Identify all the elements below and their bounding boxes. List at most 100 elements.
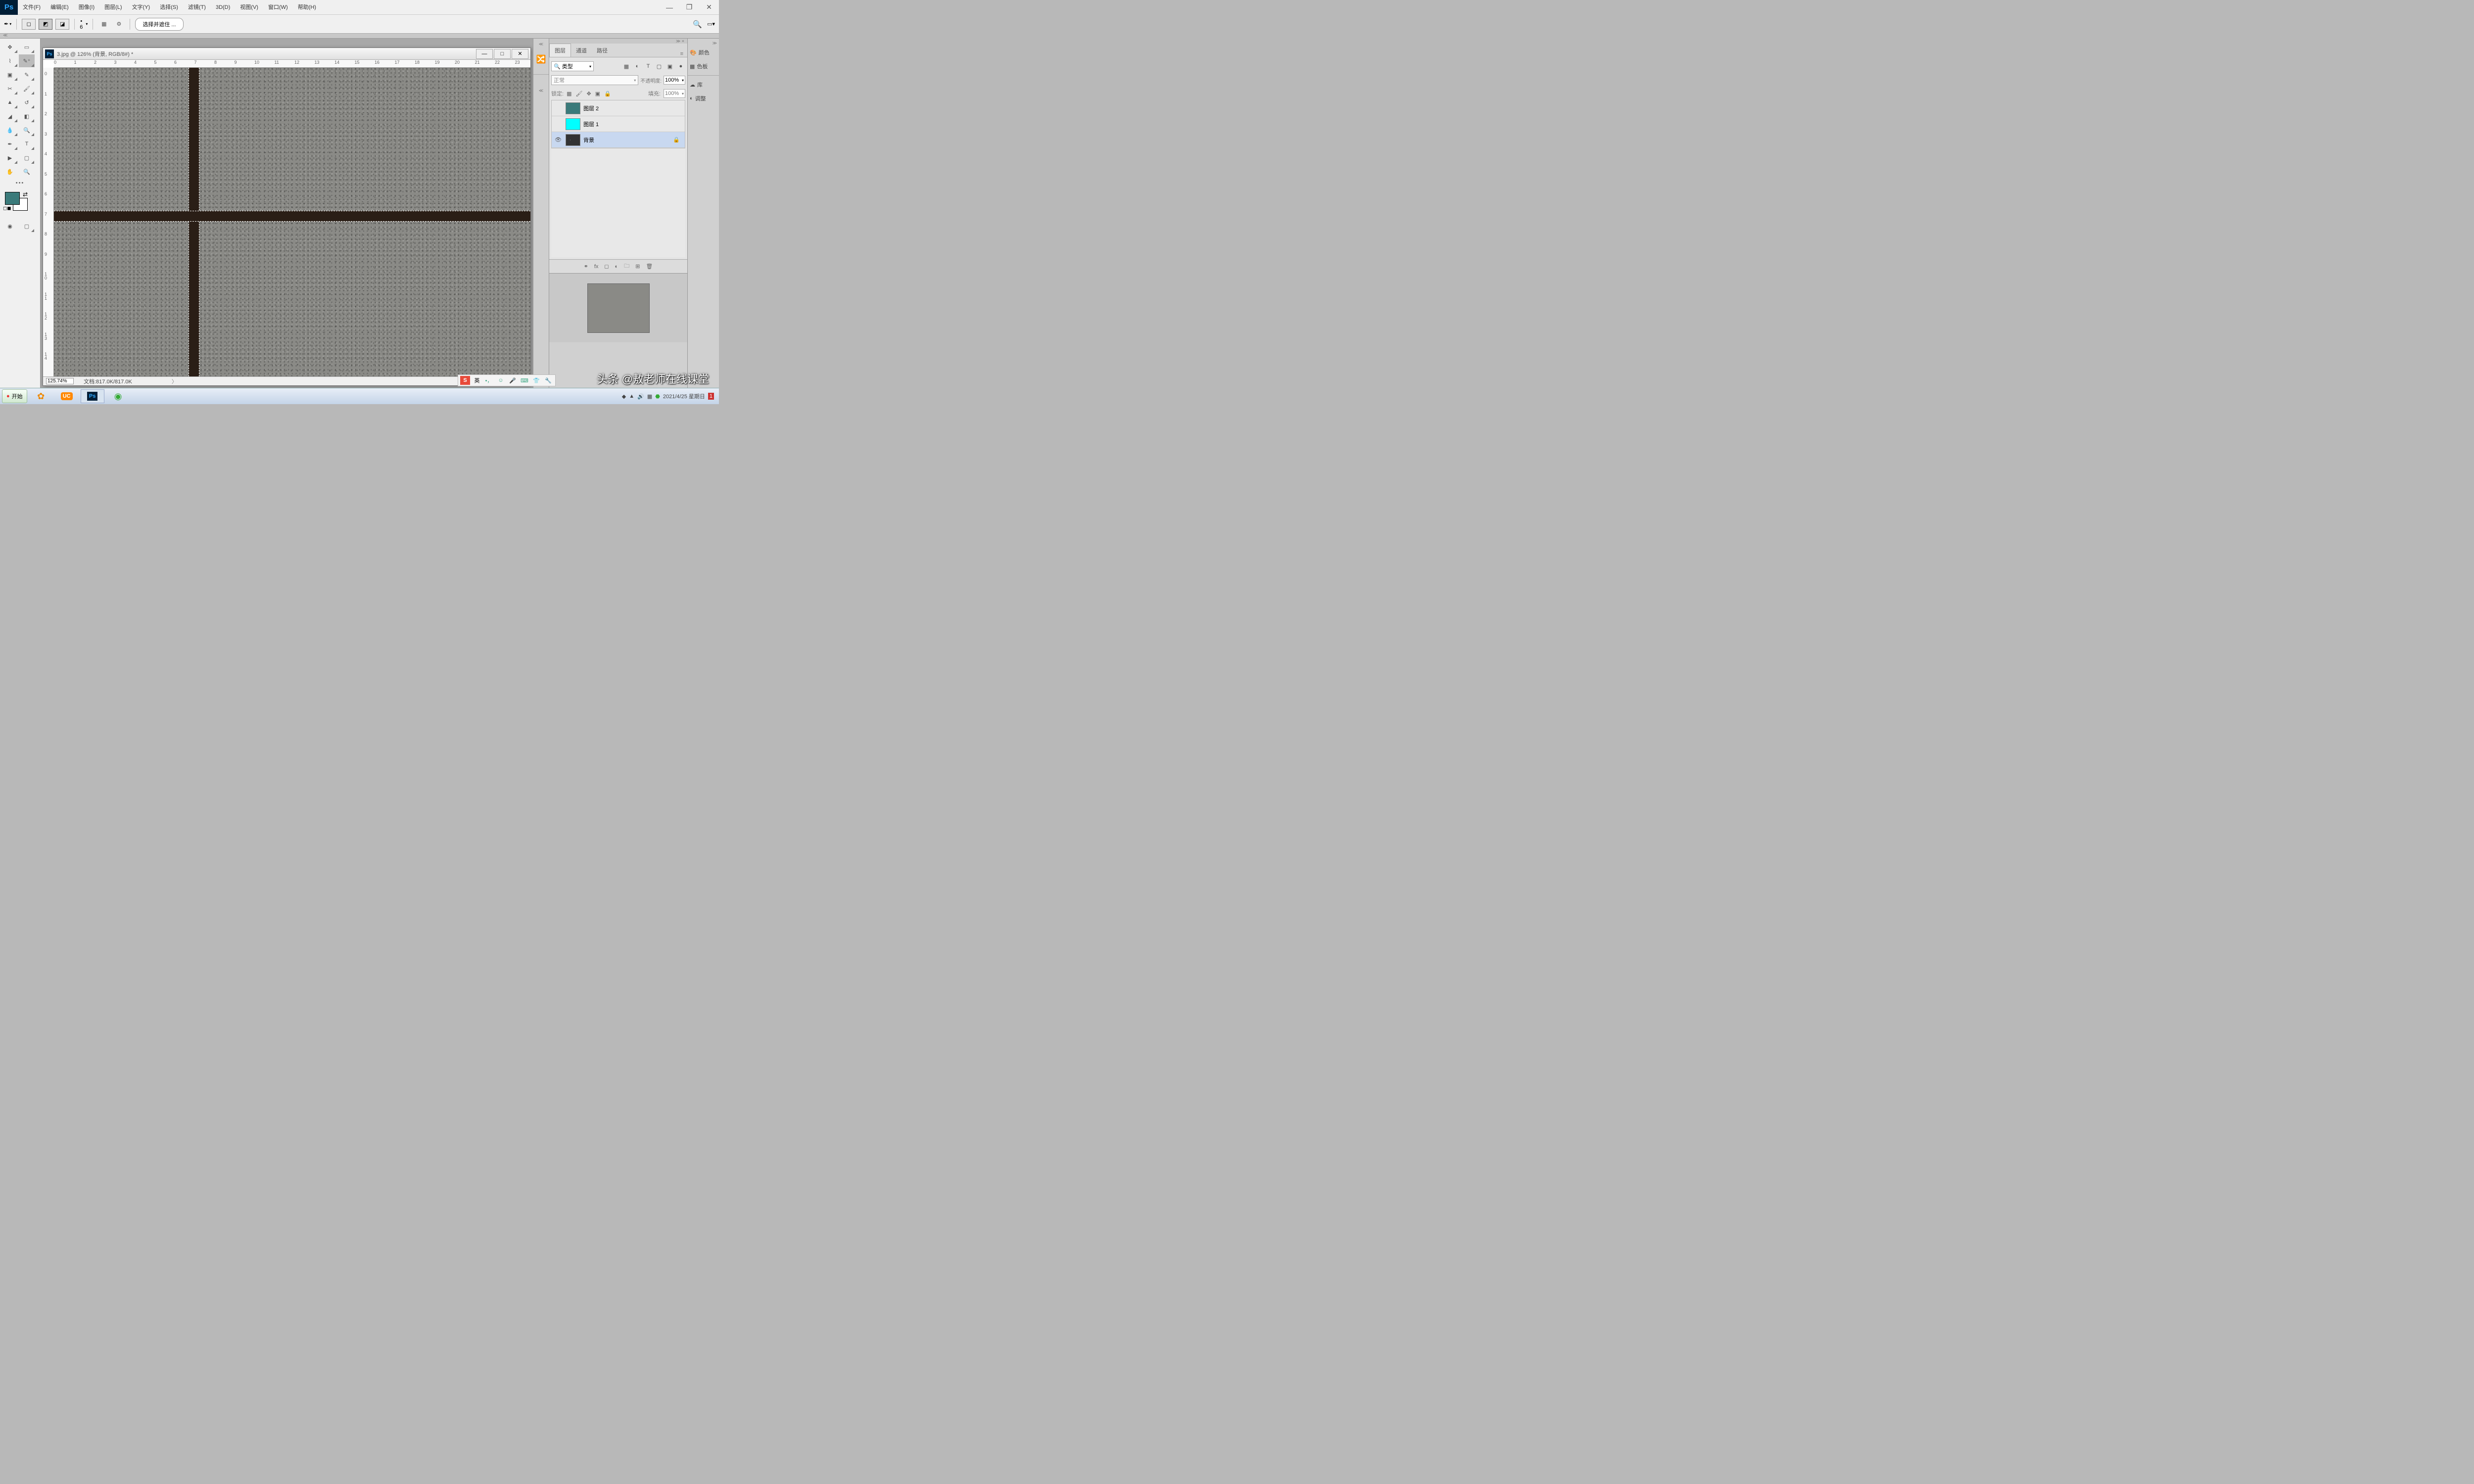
fill-input[interactable]: 100%▾ xyxy=(664,89,685,98)
filter-smart-icon[interactable]: ▣ xyxy=(666,62,674,71)
menu-image[interactable]: 图像(I) xyxy=(74,0,99,15)
panel-collapse-strip[interactable] xyxy=(0,34,719,39)
close-button[interactable]: ✕ xyxy=(699,0,719,15)
eyedropper-tool[interactable]: ✎ xyxy=(19,68,35,81)
tray-flag-icon[interactable]: 1 xyxy=(708,393,714,400)
layer-filter-type[interactable]: 🔍类型▾ xyxy=(551,61,594,71)
ime-tool-icon[interactable]: 🔧 xyxy=(543,376,553,385)
filter-pixel-icon[interactable]: ▦ xyxy=(622,62,631,71)
brush-size-picker[interactable]: •6 xyxy=(80,18,83,30)
tray-icon[interactable]: ◆ xyxy=(622,393,626,400)
layer-thumbnail[interactable] xyxy=(566,134,580,146)
subtract-selection-icon[interactable]: ◪ xyxy=(55,19,69,30)
tab-layers[interactable]: 图层 xyxy=(549,44,571,57)
lasso-tool[interactable]: ⌇ xyxy=(2,54,18,67)
quick-select-tool[interactable]: ✎⁺ xyxy=(19,54,35,67)
lock-pixels-icon[interactable]: 🖌 xyxy=(575,91,582,97)
doc-minimize[interactable]: — xyxy=(476,49,493,59)
panel-collapse-btn[interactable]: ≫ × xyxy=(549,39,687,44)
new-selection-icon[interactable]: ◻ xyxy=(22,19,36,30)
link-layers-icon[interactable]: ⚭ xyxy=(584,263,588,270)
move-tool[interactable]: ✥ xyxy=(2,41,18,53)
navigator-preview[interactable] xyxy=(587,283,650,333)
layer-name[interactable]: 图层 2 xyxy=(583,104,599,112)
doc-maximize[interactable]: □ xyxy=(494,49,511,59)
menu-window[interactable]: 窗口(W) xyxy=(263,0,293,15)
menu-select[interactable]: 选择(S) xyxy=(155,0,183,15)
menu-edit[interactable]: 编辑(E) xyxy=(46,0,74,15)
tab-paths[interactable]: 路径 xyxy=(592,44,613,57)
ime-keyboard-icon[interactable]: ⌨ xyxy=(520,376,529,385)
path-select-tool[interactable]: ▶ xyxy=(2,151,18,164)
taskbar-app-4[interactable]: ◉ xyxy=(106,389,130,403)
layer-thumbnail[interactable] xyxy=(566,102,580,114)
ime-emoji-icon[interactable]: ☺ xyxy=(496,376,506,385)
default-colors-icon[interactable]: ◻◼ xyxy=(3,206,11,211)
ime-sogou-icon[interactable]: S xyxy=(460,376,470,385)
lock-all-icon[interactable]: 🔒 xyxy=(604,91,611,97)
tray-datetime[interactable]: 2021/4/25 星期日 xyxy=(663,392,705,400)
taskbar-app-1[interactable]: ✿ xyxy=(29,389,53,403)
hand-tool[interactable]: ✋ xyxy=(2,165,18,178)
menu-filter[interactable]: 滤镜(T) xyxy=(183,0,211,15)
taskbar-app-photoshop[interactable]: Ps xyxy=(81,389,104,403)
layer-thumbnail[interactable] xyxy=(566,118,580,130)
dodge-tool[interactable]: 🔍 xyxy=(19,124,35,137)
ime-toolbar[interactable]: S 英 •， ☺ 🎤 ⌨ 👕 🔧 xyxy=(458,374,556,386)
taskbar-app-uc[interactable]: UC xyxy=(55,389,79,403)
tray-icon[interactable]: ⬣ xyxy=(655,393,660,400)
opacity-input[interactable]: 100%▾ xyxy=(664,76,685,85)
adjustment-layer-icon[interactable]: ◐ xyxy=(615,264,618,270)
tool-preset-picker[interactable]: ✒▾ xyxy=(4,21,11,27)
tray-icon[interactable]: ▲ xyxy=(629,393,634,399)
document-titlebar[interactable]: Ps 3.jpg @ 126% (背景, RGB/8#) * — □ ✕ xyxy=(43,48,530,60)
stamp-tool[interactable]: ▲ xyxy=(2,96,18,109)
search-icon[interactable]: 🔍 xyxy=(693,20,702,29)
screen-mode-icon[interactable]: ▭▾ xyxy=(707,21,715,27)
select-and-mask-button[interactable]: 选择并遮住 ... xyxy=(135,18,183,31)
layer-item-background[interactable]: 👁 背景 🔒 xyxy=(552,132,685,148)
layer-name[interactable]: 图层 1 xyxy=(583,120,599,128)
lock-transparent-icon[interactable]: ▦ xyxy=(567,91,571,97)
tab-channels[interactable]: 通道 xyxy=(571,44,592,57)
new-layer-icon[interactable]: ⊞ xyxy=(635,263,640,270)
adjustments-panel-tab[interactable]: ◐调整 xyxy=(688,92,719,105)
minimize-button[interactable]: — xyxy=(660,0,679,15)
libraries-panel-tab[interactable]: ☁库 xyxy=(688,78,719,92)
pen-tool[interactable]: ✒ xyxy=(2,138,18,150)
start-button[interactable]: ●开始 xyxy=(2,389,27,403)
sample-layers-icon[interactable]: ▦ xyxy=(98,18,110,30)
zoom-tool[interactable]: 🔍 xyxy=(19,165,35,178)
ruler-horizontal[interactable]: 01234567891011121314151617181920212223 xyxy=(54,60,530,68)
enhance-edge-icon[interactable]: ⚙ xyxy=(113,18,125,30)
status-menu-arrow[interactable]: 〉 xyxy=(172,377,177,385)
filter-shape-icon[interactable]: ▢ xyxy=(655,62,664,71)
gradient-tool[interactable]: ◧ xyxy=(19,110,35,123)
menu-help[interactable]: 帮助(H) xyxy=(293,0,321,15)
eraser-tool[interactable]: ◢ xyxy=(2,110,18,123)
layer-mask-icon[interactable]: ◻ xyxy=(604,263,609,270)
ime-lang[interactable]: 英 xyxy=(472,376,482,385)
type-tool[interactable]: T xyxy=(19,138,35,150)
quickmask-tool[interactable]: ◉ xyxy=(2,220,18,232)
lock-artboard-icon[interactable]: ▣ xyxy=(595,91,600,97)
layer-item-2[interactable]: 图层 2 xyxy=(552,100,685,116)
lock-position-icon[interactable]: ✥ xyxy=(586,91,591,97)
screenmode-tool[interactable]: ▢ xyxy=(19,220,35,232)
filter-type-icon[interactable]: T xyxy=(644,62,653,71)
zoom-input[interactable] xyxy=(46,378,74,384)
system-tray[interactable]: ◆ ▲ 🔊 ▦ ⬣ 2021/4/25 星期日 1 xyxy=(622,392,717,400)
ime-punct-icon[interactable]: •， xyxy=(484,376,494,385)
ime-voice-icon[interactable]: 🎤 xyxy=(508,376,518,385)
visibility-toggle[interactable]: 👁 xyxy=(554,137,563,143)
menu-view[interactable]: 视图(V) xyxy=(235,0,263,15)
brush-tool[interactable]: 🖌 xyxy=(19,82,35,95)
menu-file[interactable]: 文件(F) xyxy=(18,0,46,15)
panel-menu-icon[interactable]: ≡ xyxy=(676,51,687,57)
canvas[interactable] xyxy=(54,68,530,376)
blur-tool[interactable]: 💧 xyxy=(2,124,18,137)
ruler-vertical[interactable]: 01234567891011121314 xyxy=(43,68,54,376)
group-icon[interactable]: 🗀 xyxy=(624,262,629,271)
edit-toolbar[interactable]: ••• xyxy=(2,179,38,187)
blend-mode-select[interactable]: 正常▾ xyxy=(551,75,638,85)
